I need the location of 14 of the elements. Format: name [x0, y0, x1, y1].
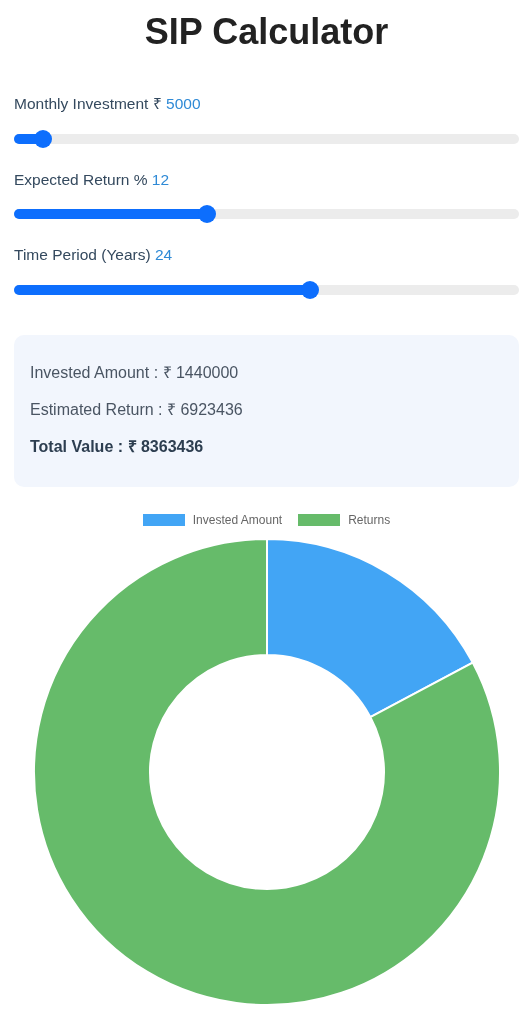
slider-label: Monthly Investment ₹ 5000: [14, 95, 202, 114]
page-title: SIP Calculator: [143, 10, 390, 54]
total-value-text: Total Value : ₹ 8363436: [30, 437, 205, 457]
slider-thumb[interactable]: [301, 280, 320, 299]
legend-label: Invested Amount: [192, 511, 283, 529]
summary-text: Estimated Return : ₹ 6923436: [30, 400, 244, 420]
legend-label: Returns: [348, 511, 391, 529]
legend-swatch: [142, 513, 185, 526]
slider-label: Time Period (Years) 24: [14, 246, 174, 265]
slider-thumb[interactable]: [198, 205, 217, 224]
summary-text: Invested Amount : ₹ 1440000: [30, 362, 240, 383]
slider-thumb[interactable]: [34, 129, 53, 148]
legend-swatch: [298, 513, 341, 526]
slider-label: Expected Return % 12: [14, 170, 171, 190]
